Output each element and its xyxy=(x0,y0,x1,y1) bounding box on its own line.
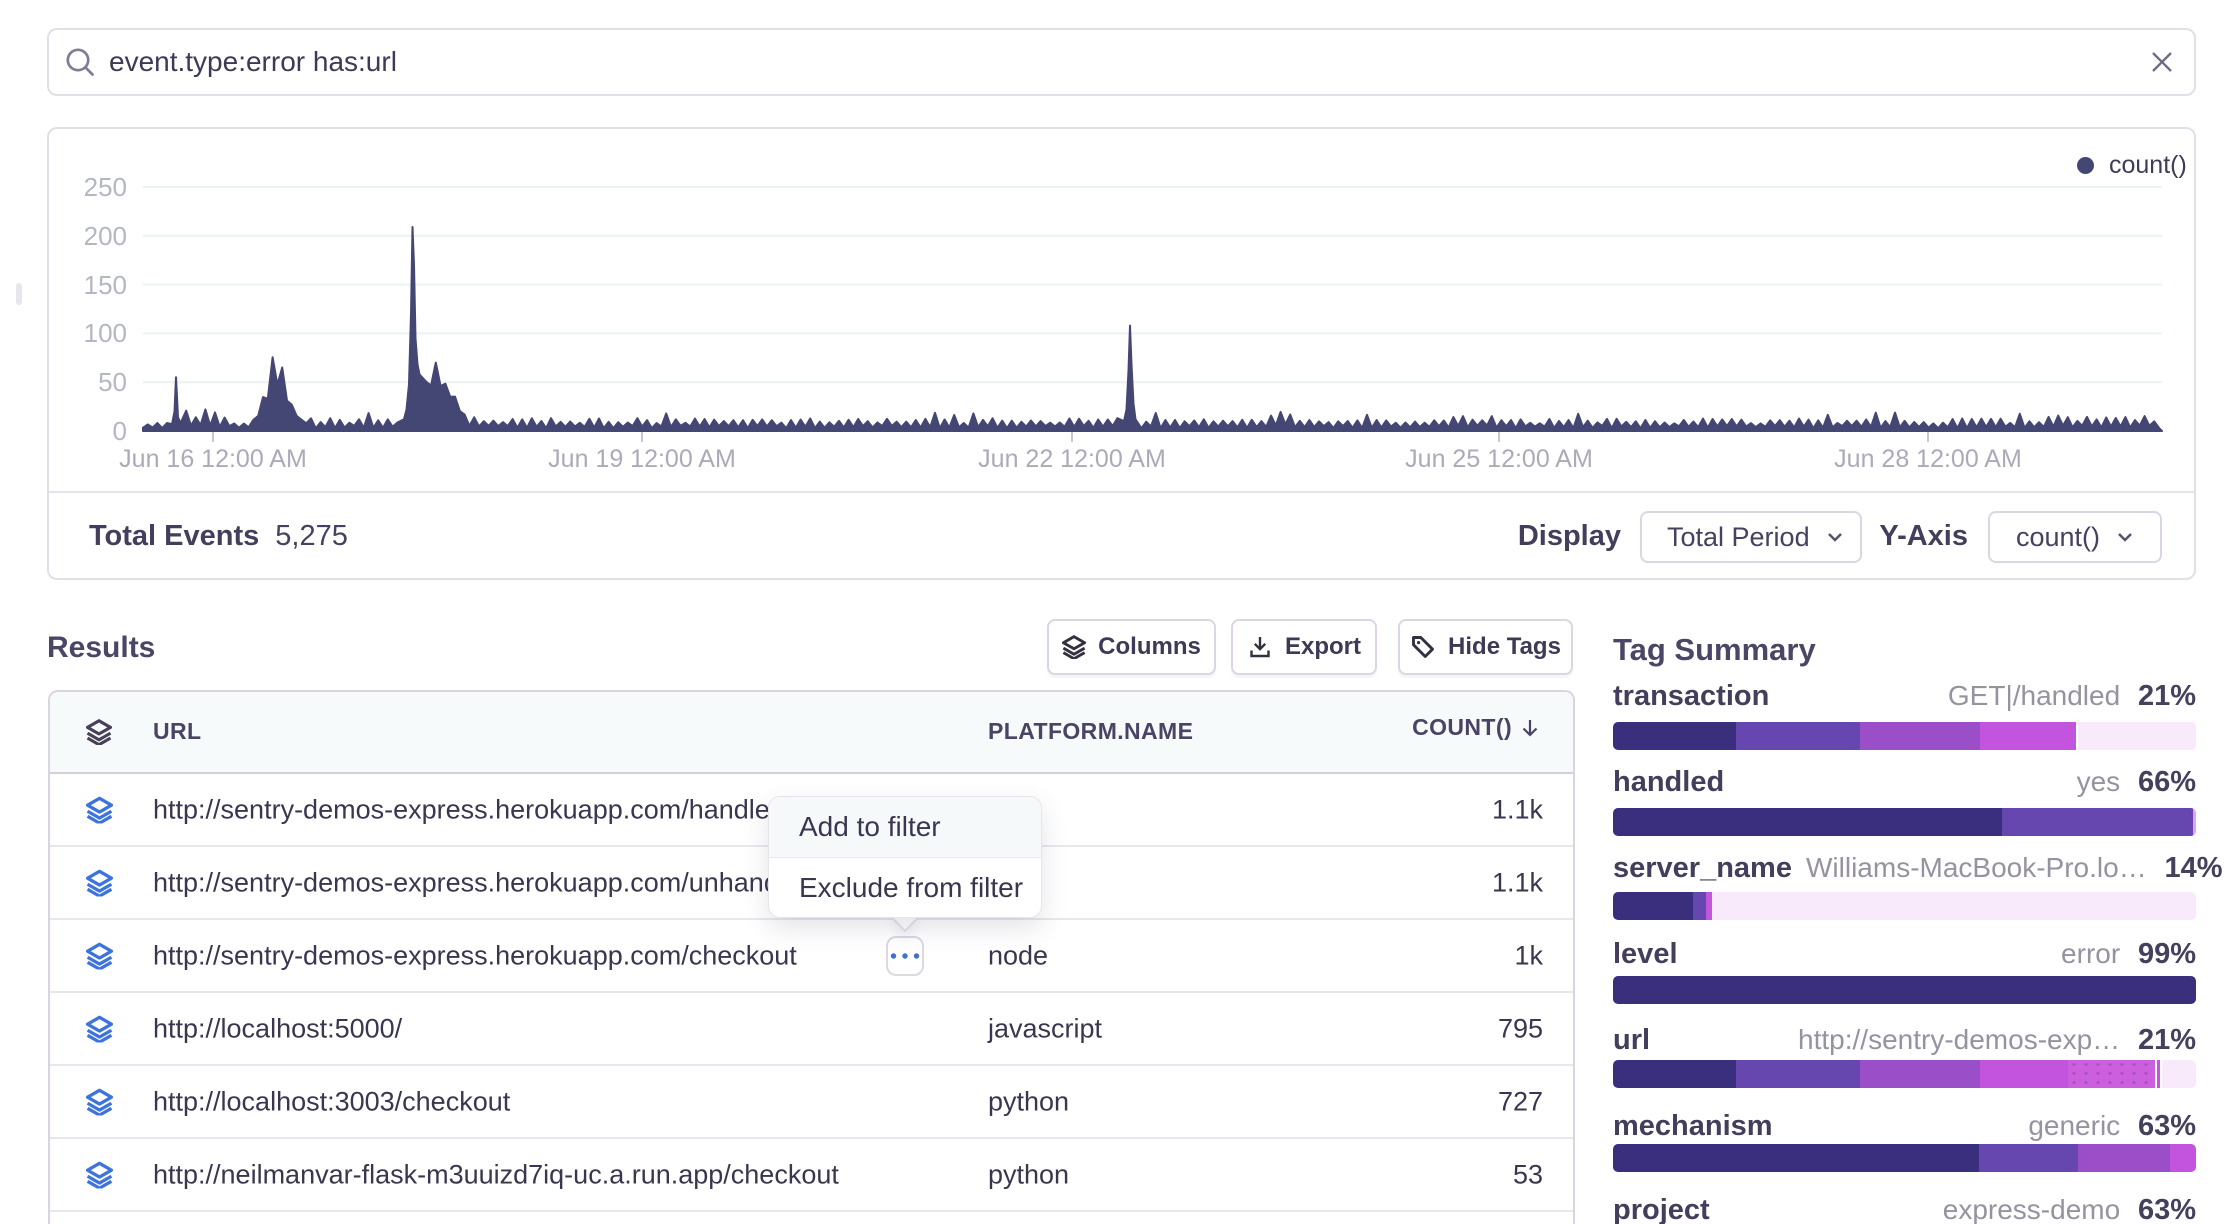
svg-text:Jun 16 12:00 AM: Jun 16 12:00 AM xyxy=(119,445,307,473)
svg-text:50: 50 xyxy=(98,367,127,397)
svg-text:Jun 22 12:00 AM: Jun 22 12:00 AM xyxy=(978,445,1166,473)
svg-text:Jun 28 12:00 AM: Jun 28 12:00 AM xyxy=(1834,445,2022,473)
svg-text:Jun 19 12:00 AM: Jun 19 12:00 AM xyxy=(548,445,736,473)
svg-text:200: 200 xyxy=(84,221,127,251)
svg-text:250: 250 xyxy=(84,172,127,202)
svg-text:150: 150 xyxy=(84,270,127,300)
svg-text:100: 100 xyxy=(84,318,127,348)
svg-text:0: 0 xyxy=(113,416,127,446)
svg-text:Jun 25 12:00 AM: Jun 25 12:00 AM xyxy=(1405,445,1593,473)
